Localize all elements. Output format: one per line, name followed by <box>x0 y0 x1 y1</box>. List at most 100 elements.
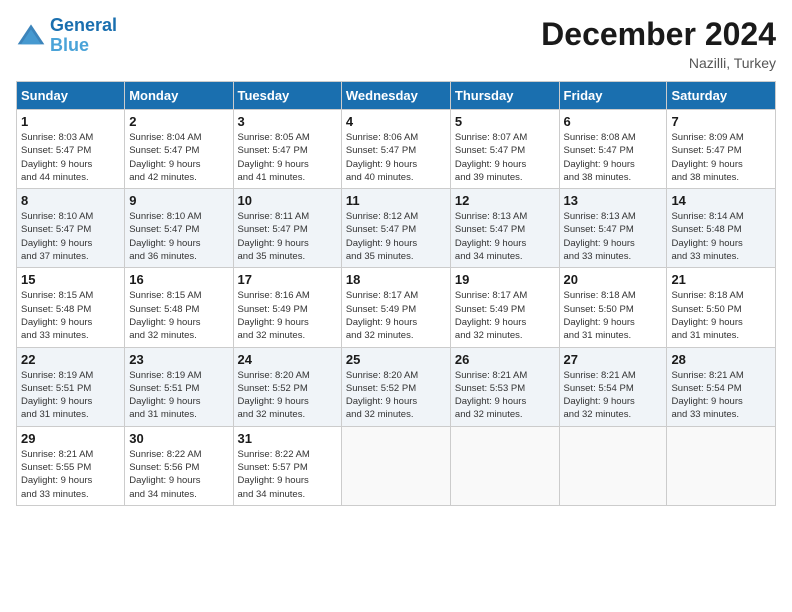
calendar-cell: 15 Sunrise: 8:15 AM Sunset: 5:48 PM Dayl… <box>17 268 125 347</box>
day-number: 10 <box>238 193 337 208</box>
day-info: Sunrise: 8:18 AM Sunset: 5:50 PM Dayligh… <box>564 289 663 342</box>
header-tuesday: Tuesday <box>233 82 341 110</box>
calendar-cell: 1 Sunrise: 8:03 AM Sunset: 5:47 PM Dayli… <box>17 110 125 189</box>
day-number: 23 <box>129 352 228 367</box>
calendar-cell: 23 Sunrise: 8:19 AM Sunset: 5:51 PM Dayl… <box>125 347 233 426</box>
calendar-cell: 5 Sunrise: 8:07 AM Sunset: 5:47 PM Dayli… <box>450 110 559 189</box>
day-info: Sunrise: 8:21 AM Sunset: 5:54 PM Dayligh… <box>671 369 771 422</box>
day-info: Sunrise: 8:03 AM Sunset: 5:47 PM Dayligh… <box>21 131 120 184</box>
calendar-cell: 3 Sunrise: 8:05 AM Sunset: 5:47 PM Dayli… <box>233 110 341 189</box>
day-number: 2 <box>129 114 228 129</box>
day-info: Sunrise: 8:11 AM Sunset: 5:47 PM Dayligh… <box>238 210 337 263</box>
day-number: 17 <box>238 272 337 287</box>
calendar-cell: 4 Sunrise: 8:06 AM Sunset: 5:47 PM Dayli… <box>341 110 450 189</box>
day-number: 13 <box>564 193 663 208</box>
location: Nazilli, Turkey <box>541 55 776 71</box>
month-title: December 2024 <box>541 16 776 53</box>
day-info: Sunrise: 8:19 AM Sunset: 5:51 PM Dayligh… <box>21 369 120 422</box>
day-number: 19 <box>455 272 555 287</box>
day-number: 25 <box>346 352 446 367</box>
week-row-5: 29 Sunrise: 8:21 AM Sunset: 5:55 PM Dayl… <box>17 426 776 505</box>
day-info: Sunrise: 8:12 AM Sunset: 5:47 PM Dayligh… <box>346 210 446 263</box>
logo-icon <box>16 21 46 51</box>
day-number: 11 <box>346 193 446 208</box>
week-row-2: 8 Sunrise: 8:10 AM Sunset: 5:47 PM Dayli… <box>17 189 776 268</box>
day-number: 8 <box>21 193 120 208</box>
header-monday: Monday <box>125 82 233 110</box>
header-thursday: Thursday <box>450 82 559 110</box>
day-info: Sunrise: 8:15 AM Sunset: 5:48 PM Dayligh… <box>21 289 120 342</box>
calendar-cell: 16 Sunrise: 8:15 AM Sunset: 5:48 PM Dayl… <box>125 268 233 347</box>
day-info: Sunrise: 8:15 AM Sunset: 5:48 PM Dayligh… <box>129 289 228 342</box>
day-number: 21 <box>671 272 771 287</box>
day-number: 22 <box>21 352 120 367</box>
day-number: 18 <box>346 272 446 287</box>
calendar-cell: 30 Sunrise: 8:22 AM Sunset: 5:56 PM Dayl… <box>125 426 233 505</box>
title-area: December 2024 Nazilli, Turkey <box>541 16 776 71</box>
header-sunday: Sunday <box>17 82 125 110</box>
calendar-cell: 18 Sunrise: 8:17 AM Sunset: 5:49 PM Dayl… <box>341 268 450 347</box>
day-info: Sunrise: 8:20 AM Sunset: 5:52 PM Dayligh… <box>238 369 337 422</box>
day-info: Sunrise: 8:21 AM Sunset: 5:53 PM Dayligh… <box>455 369 555 422</box>
day-info: Sunrise: 8:21 AM Sunset: 5:54 PM Dayligh… <box>564 369 663 422</box>
day-number: 1 <box>21 114 120 129</box>
calendar-cell: 26 Sunrise: 8:21 AM Sunset: 5:53 PM Dayl… <box>450 347 559 426</box>
day-info: Sunrise: 8:09 AM Sunset: 5:47 PM Dayligh… <box>671 131 771 184</box>
week-row-1: 1 Sunrise: 8:03 AM Sunset: 5:47 PM Dayli… <box>17 110 776 189</box>
day-info: Sunrise: 8:20 AM Sunset: 5:52 PM Dayligh… <box>346 369 446 422</box>
calendar-cell: 22 Sunrise: 8:19 AM Sunset: 5:51 PM Dayl… <box>17 347 125 426</box>
logo-text: General Blue <box>50 16 117 56</box>
calendar-cell: 2 Sunrise: 8:04 AM Sunset: 5:47 PM Dayli… <box>125 110 233 189</box>
header-saturday: Saturday <box>667 82 776 110</box>
day-info: Sunrise: 8:06 AM Sunset: 5:47 PM Dayligh… <box>346 131 446 184</box>
day-info: Sunrise: 8:04 AM Sunset: 5:47 PM Dayligh… <box>129 131 228 184</box>
calendar-cell: 9 Sunrise: 8:10 AM Sunset: 5:47 PM Dayli… <box>125 189 233 268</box>
day-info: Sunrise: 8:16 AM Sunset: 5:49 PM Dayligh… <box>238 289 337 342</box>
day-info: Sunrise: 8:05 AM Sunset: 5:47 PM Dayligh… <box>238 131 337 184</box>
day-number: 26 <box>455 352 555 367</box>
page-header: General Blue December 2024 Nazilli, Turk… <box>16 16 776 71</box>
calendar-cell: 29 Sunrise: 8:21 AM Sunset: 5:55 PM Dayl… <box>17 426 125 505</box>
calendar-cell: 27 Sunrise: 8:21 AM Sunset: 5:54 PM Dayl… <box>559 347 667 426</box>
day-info: Sunrise: 8:10 AM Sunset: 5:47 PM Dayligh… <box>129 210 228 263</box>
day-number: 16 <box>129 272 228 287</box>
day-number: 4 <box>346 114 446 129</box>
day-number: 5 <box>455 114 555 129</box>
calendar-cell: 19 Sunrise: 8:17 AM Sunset: 5:49 PM Dayl… <box>450 268 559 347</box>
day-number: 9 <box>129 193 228 208</box>
calendar-cell: 10 Sunrise: 8:11 AM Sunset: 5:47 PM Dayl… <box>233 189 341 268</box>
header-wednesday: Wednesday <box>341 82 450 110</box>
header-friday: Friday <box>559 82 667 110</box>
day-info: Sunrise: 8:19 AM Sunset: 5:51 PM Dayligh… <box>129 369 228 422</box>
day-info: Sunrise: 8:21 AM Sunset: 5:55 PM Dayligh… <box>21 448 120 501</box>
week-row-3: 15 Sunrise: 8:15 AM Sunset: 5:48 PM Dayl… <box>17 268 776 347</box>
day-number: 30 <box>129 431 228 446</box>
day-number: 24 <box>238 352 337 367</box>
calendar-cell: 7 Sunrise: 8:09 AM Sunset: 5:47 PM Dayli… <box>667 110 776 189</box>
day-info: Sunrise: 8:17 AM Sunset: 5:49 PM Dayligh… <box>346 289 446 342</box>
day-number: 27 <box>564 352 663 367</box>
day-info: Sunrise: 8:14 AM Sunset: 5:48 PM Dayligh… <box>671 210 771 263</box>
day-info: Sunrise: 8:22 AM Sunset: 5:56 PM Dayligh… <box>129 448 228 501</box>
day-number: 31 <box>238 431 337 446</box>
calendar-cell <box>450 426 559 505</box>
day-info: Sunrise: 8:13 AM Sunset: 5:47 PM Dayligh… <box>564 210 663 263</box>
calendar-cell: 20 Sunrise: 8:18 AM Sunset: 5:50 PM Dayl… <box>559 268 667 347</box>
day-info: Sunrise: 8:17 AM Sunset: 5:49 PM Dayligh… <box>455 289 555 342</box>
day-number: 14 <box>671 193 771 208</box>
day-info: Sunrise: 8:18 AM Sunset: 5:50 PM Dayligh… <box>671 289 771 342</box>
day-info: Sunrise: 8:13 AM Sunset: 5:47 PM Dayligh… <box>455 210 555 263</box>
calendar-cell: 8 Sunrise: 8:10 AM Sunset: 5:47 PM Dayli… <box>17 189 125 268</box>
day-number: 6 <box>564 114 663 129</box>
day-number: 28 <box>671 352 771 367</box>
day-number: 12 <box>455 193 555 208</box>
day-number: 15 <box>21 272 120 287</box>
calendar-cell <box>559 426 667 505</box>
calendar-cell: 12 Sunrise: 8:13 AM Sunset: 5:47 PM Dayl… <box>450 189 559 268</box>
week-row-4: 22 Sunrise: 8:19 AM Sunset: 5:51 PM Dayl… <box>17 347 776 426</box>
day-number: 3 <box>238 114 337 129</box>
calendar-cell: 17 Sunrise: 8:16 AM Sunset: 5:49 PM Dayl… <box>233 268 341 347</box>
calendar-table: SundayMondayTuesdayWednesdayThursdayFrid… <box>16 81 776 506</box>
calendar-cell: 24 Sunrise: 8:20 AM Sunset: 5:52 PM Dayl… <box>233 347 341 426</box>
calendar-cell: 11 Sunrise: 8:12 AM Sunset: 5:47 PM Dayl… <box>341 189 450 268</box>
